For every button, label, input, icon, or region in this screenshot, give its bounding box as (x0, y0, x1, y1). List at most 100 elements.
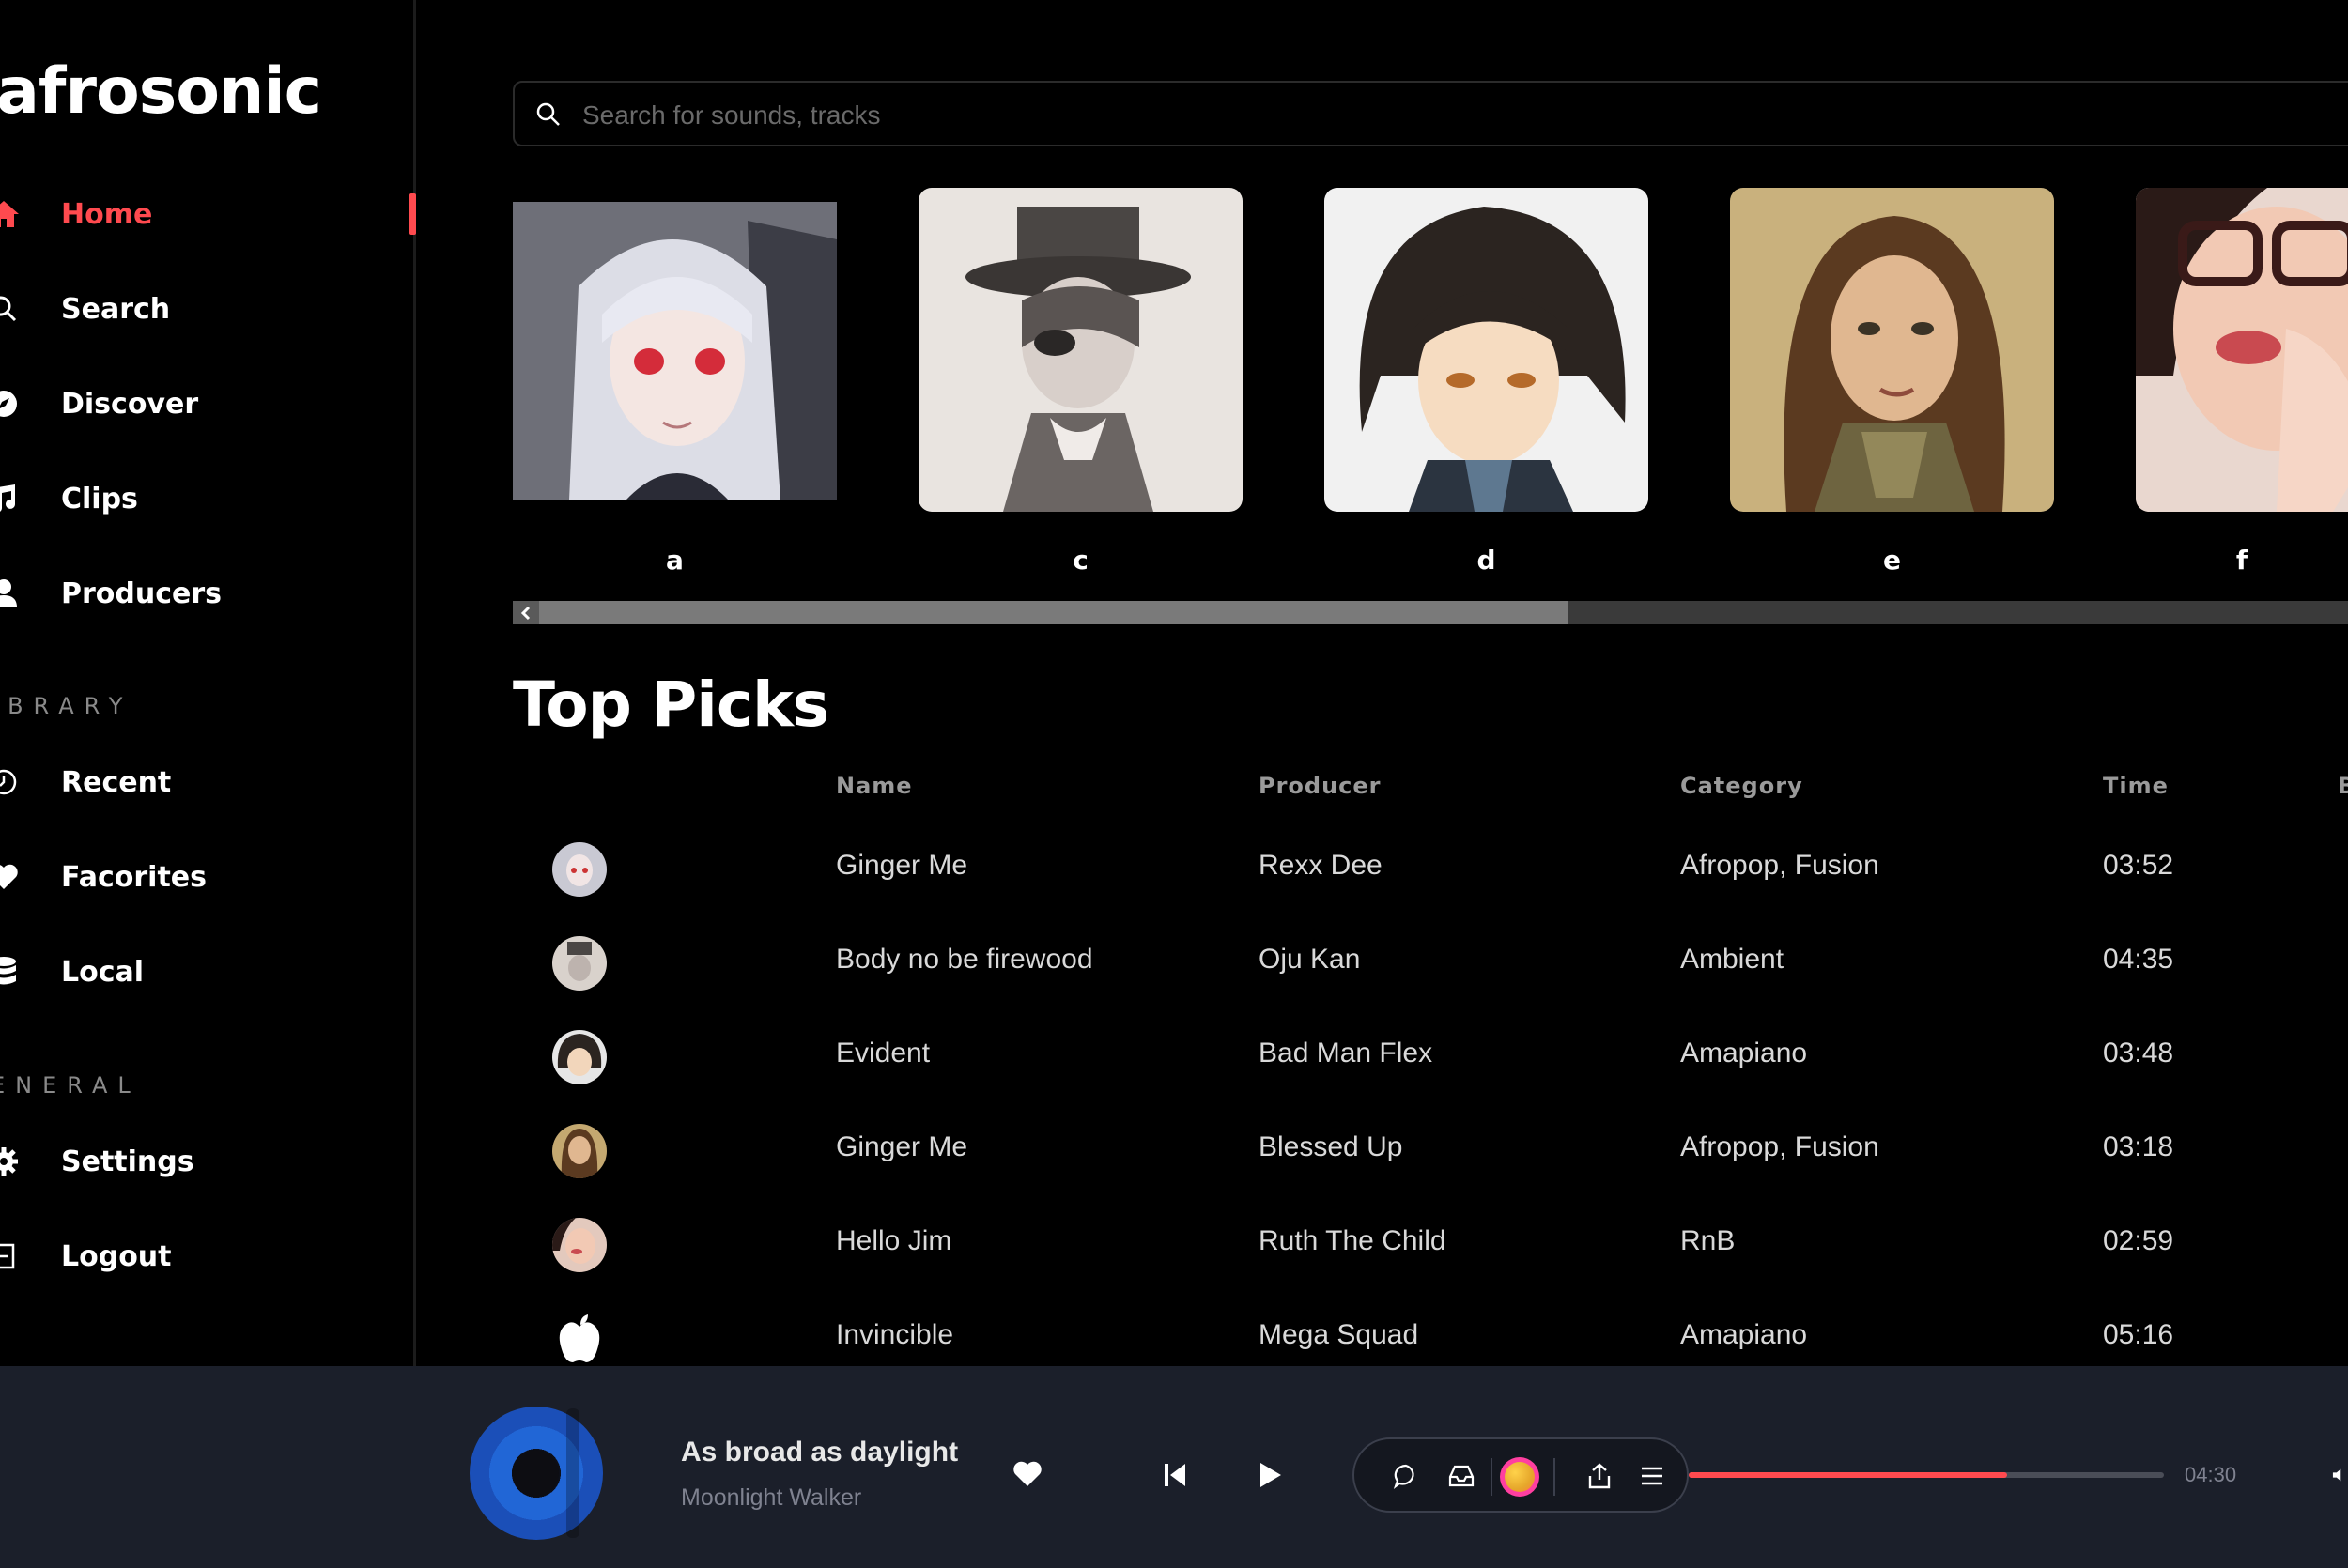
sidebar-item-home[interactable]: Home (0, 186, 416, 242)
user-avatar[interactable] (1500, 1457, 1539, 1497)
track-duration: 04:30 (2185, 1463, 2237, 1486)
track-time: 03:52 (2103, 850, 2174, 881)
sidebar-item-clips[interactable]: Clips (0, 470, 416, 527)
column-header-extra[interactable]: B (2338, 773, 2348, 799)
compass-icon (0, 387, 21, 421)
sidebar-item-settings[interactable]: Settings (0, 1133, 416, 1190)
track-category: Afropop, Fusion (1680, 850, 1879, 881)
column-header-category[interactable]: Category (1680, 773, 1803, 799)
table-row[interactable]: Ginger Me Rexx Dee Afropop, Fusion 03:52 (513, 822, 2348, 915)
sidebar-item-label: Local (61, 955, 145, 989)
sidebar-item-label: Producers (61, 576, 223, 610)
track-time: 03:48 (2103, 1038, 2174, 1068)
logout-icon (0, 1239, 21, 1273)
table-row[interactable]: Body no be firewood Oju Kan Ambient 04:3… (513, 915, 2348, 1009)
apple-logo-icon (552, 1312, 607, 1366)
music-note-icon (0, 482, 21, 515)
sidebar-item-local[interactable]: Local (0, 944, 416, 1000)
column-header-time[interactable]: Time (2103, 773, 2169, 799)
artist-name: e (1883, 545, 1901, 576)
artist-image (513, 202, 837, 500)
artist-name: c (1073, 545, 1089, 576)
search-icon (0, 292, 21, 326)
home-icon (0, 197, 21, 231)
track-category: Amapiano (1680, 1319, 1808, 1350)
sidebar-item-discover[interactable]: Discover (0, 376, 416, 432)
sidebar-item-label: Home (61, 197, 153, 231)
queue-button[interactable] (1636, 1460, 1668, 1492)
menu-icon (1642, 1467, 1662, 1485)
artist-card[interactable]: f (2136, 188, 2348, 582)
sidebar-item-label: Facorites (61, 860, 207, 894)
artist-image (919, 188, 1243, 512)
track-thumbnail (552, 936, 607, 991)
section-title: Top Picks (513, 669, 829, 741)
previous-button[interactable] (1161, 1461, 1189, 1489)
app-logo: afrosonic (0, 54, 322, 129)
search-input[interactable] (580, 94, 2275, 137)
sidebar-item-label: Recent (61, 765, 172, 799)
track-thumbnail (552, 1124, 607, 1178)
now-playing-title: As broad as daylight (681, 1437, 959, 1468)
scroll-left-button[interactable] (513, 601, 539, 624)
horizontal-scrollbar[interactable] (513, 601, 2348, 624)
share-button[interactable] (1583, 1459, 1615, 1493)
divider (1491, 1458, 1492, 1496)
like-button[interactable] (1011, 1458, 1044, 1490)
heart-icon (1013, 1461, 1042, 1486)
track-name: Ginger Me (836, 850, 968, 881)
column-header-name[interactable]: Name (836, 773, 913, 799)
track-producer: Blessed Up (1259, 1131, 1403, 1162)
sidebar-item-search[interactable]: Search (0, 281, 416, 337)
track-producer: Bad Man Flex (1259, 1038, 1433, 1068)
comment-button[interactable] (1390, 1460, 1422, 1492)
artist-image (2136, 188, 2348, 512)
track-category: Afropop, Fusion (1680, 1131, 1879, 1162)
sidebar: afrosonic Home Search Discover Clips Pro… (0, 0, 416, 1366)
sidebar-item-label: Search (61, 292, 171, 326)
track-time: 03:18 (2103, 1131, 2174, 1162)
track-name: Hello Jim (836, 1225, 952, 1256)
divider (1553, 1458, 1555, 1496)
gear-icon (0, 1145, 21, 1178)
library-section-label: IBRARY (0, 693, 133, 719)
sidebar-item-label: Logout (61, 1239, 172, 1273)
play-button[interactable] (1254, 1458, 1286, 1492)
progress-bar[interactable] (1689, 1472, 2164, 1478)
table-row[interactable]: Evident Bad Man Flex Amapiano 03:48 (513, 1009, 2348, 1103)
track-thumbnail (552, 1218, 607, 1272)
artist-name: a (666, 545, 684, 576)
track-name: Invincible (836, 1319, 954, 1350)
table-row[interactable]: Invincible Mega Squad Amapiano 05:16 (513, 1291, 2348, 1366)
play-icon (1260, 1463, 1281, 1487)
sidebar-item-recent[interactable]: Recent (0, 754, 416, 810)
column-header-producer[interactable]: Producer (1259, 773, 1382, 799)
sidebar-item-favorites[interactable]: Facorites (0, 849, 416, 905)
sidebar-item-label: Settings (61, 1145, 194, 1178)
volume-button[interactable] (2331, 1461, 2348, 1489)
scrollbar-thumb[interactable] (539, 601, 1568, 624)
artist-image (1730, 188, 2054, 512)
track-time: 05:16 (2103, 1319, 2174, 1350)
inbox-button[interactable] (1445, 1460, 1477, 1492)
track-producer: Oju Kan (1259, 944, 1361, 975)
sidebar-item-producers[interactable]: Producers (0, 565, 416, 622)
search-bar (513, 81, 2348, 146)
sidebar-item-label: Clips (61, 482, 138, 515)
track-thumbnail (552, 842, 607, 897)
search-icon (535, 101, 562, 132)
actions-pill (1352, 1437, 1689, 1513)
artist-name: f (2235, 545, 2248, 576)
track-category: RnB (1680, 1225, 1736, 1256)
now-playing-artist: Moonlight Walker (681, 1484, 862, 1511)
skip-back-icon (1165, 1464, 1185, 1486)
heart-icon (0, 860, 21, 894)
volume-icon (2332, 1468, 2341, 1482)
track-producer: Mega Squad (1259, 1319, 1419, 1350)
track-producer: Ruth The Child (1259, 1225, 1446, 1256)
inbox-icon (1448, 1465, 1475, 1487)
table-row[interactable]: Ginger Me Blessed Up Afropop, Fusion 03:… (513, 1103, 2348, 1197)
sidebar-item-logout[interactable]: Logout (0, 1228, 416, 1284)
table-row[interactable]: Hello Jim Ruth The Child RnB 02:59 (513, 1197, 2348, 1291)
sidebar-item-label: Discover (61, 387, 199, 421)
